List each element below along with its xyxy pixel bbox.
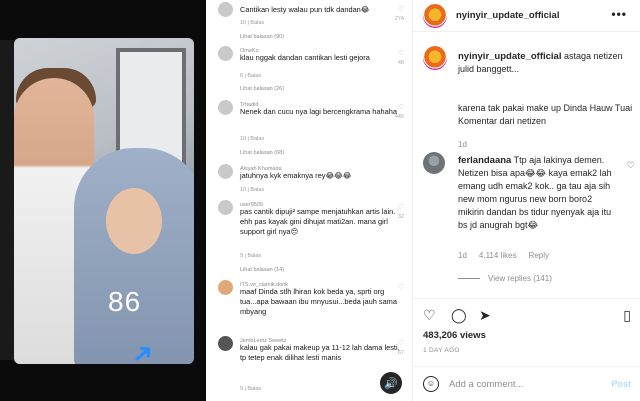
- heart-count: 48: [397, 60, 404, 66]
- avatar: [218, 280, 233, 295]
- screenshot-comment: user9509 pas cantik dipuji² sampe menjat…: [218, 200, 404, 266]
- comment-username[interactable]: ferlandaana: [458, 155, 511, 166]
- screenshot-comment: OmeKo klau nggak dandan cantikan lesti g…: [218, 46, 404, 80]
- avatar: [218, 2, 233, 17]
- comment-meta: 1d 4,114 likes Reply: [458, 251, 549, 260]
- post-time: 1 DAY AGO: [423, 347, 460, 354]
- comment-icon[interactable]: ◯: [451, 307, 467, 324]
- comment-text: pas cantik dipuji² sampe menjatuhkan art…: [240, 207, 396, 236]
- heart-count: 445: [394, 114, 404, 120]
- avatar: [218, 336, 233, 351]
- heart-icon: ♡: [397, 284, 404, 291]
- comments-scroll[interactable]: nyinyir_update_official astaga netizen j…: [413, 32, 640, 298]
- caption-age: 1d: [458, 140, 467, 149]
- heart-count: 274: [394, 16, 404, 22]
- video-counter: 86: [108, 286, 142, 317]
- heart-icon[interactable]: ♡: [423, 307, 436, 324]
- comment-meta: 10 j Balas: [240, 187, 265, 193]
- video-edge: [0, 40, 14, 360]
- comment-text: Nenek dan cucu nya lagi bercengkrama hah…: [240, 107, 397, 116]
- comment-meta: 9 j Balas: [240, 253, 262, 259]
- emoji-icon[interactable]: ☺: [423, 376, 439, 392]
- comment-body: Ttp aja lakinya demen. Netizen bisa apa😂…: [458, 155, 612, 230]
- screenshot-comment: JembLemz Sweetz kalau gak pakai makeup y…: [218, 336, 404, 396]
- avatar[interactable]: [423, 4, 447, 28]
- post-button[interactable]: Post: [611, 379, 631, 389]
- caption-username[interactable]: nyinyir_update_official: [458, 51, 561, 62]
- add-comment-bar: ☺ Post: [413, 366, 640, 401]
- comment-text: ferlandaana Ttp aja lakinya demen. Netiz…: [458, 154, 616, 232]
- post-header: nyinyir_update_official •••: [413, 0, 640, 32]
- comment-meta: 10 j Balas: [240, 20, 265, 26]
- see-replies: Lihat balasan (26): [240, 86, 285, 92]
- person-woman-face: [106, 188, 162, 254]
- heart-count: 32: [397, 214, 404, 220]
- comment-likes[interactable]: 4,114 likes: [479, 251, 517, 260]
- comment-meta: 6 j Balas: [240, 73, 262, 79]
- reply-button[interactable]: Reply: [529, 251, 549, 260]
- avatar: [218, 200, 233, 215]
- heart-count: 67: [397, 350, 404, 356]
- caption-text: nyinyir_update_official astaga netizen j…: [458, 50, 636, 76]
- screenshot-comment: Aisyah Khumaira jatuhnya kyk emaknya rey…: [218, 164, 404, 194]
- video-frame[interactable]: 86 ➜: [0, 0, 206, 401]
- post-panel: nyinyir_update_official ••• nyinyir_upda…: [412, 0, 640, 401]
- avatar[interactable]: [423, 152, 445, 174]
- screenshot-comment: Trhadid Nenek dan cucu nya lagi bercengk…: [218, 100, 404, 144]
- comments-screenshot: Cantikan lesty walau pun tdk dandan😂 10 …: [206, 0, 412, 401]
- share-icon[interactable]: ➤: [479, 307, 491, 324]
- avatar: [218, 164, 233, 179]
- comment-meta: 9 j Balas: [240, 386, 262, 392]
- bookmark-icon[interactable]: ▯: [623, 307, 631, 324]
- avatar: [218, 46, 233, 61]
- screenshot-comment: Cantikan lesty walau pun tdk dandan😂 10 …: [218, 2, 404, 32]
- comment-text: klau nggak dandan cantikan lesti gejora: [240, 53, 370, 62]
- action-bar: ♡ ◯ ➤ ▯: [413, 298, 640, 326]
- speaker-icon[interactable]: 🔊: [380, 372, 402, 394]
- video-scene: [14, 38, 194, 364]
- see-replies: Lihat balasan (90): [240, 34, 285, 40]
- comment-text: jatuhnya kyk emaknya rey😂😂😂: [240, 171, 352, 180]
- avatar[interactable]: [423, 46, 447, 70]
- caption-paragraph: karena tak pakai make up Dinda Hauw Tuai…: [458, 103, 633, 126]
- header-username[interactable]: nyinyir_update_official: [456, 10, 559, 21]
- avatar: [218, 100, 233, 115]
- replies-line: [458, 278, 480, 279]
- post-media[interactable]: 86 ➜ Cantikan lesty walau pun tdk dandan…: [0, 0, 412, 401]
- comment-text: maaf Dinda stlh lhiran kok beda ya, sprt…: [240, 287, 397, 316]
- see-replies: Lihat balasan (14): [240, 267, 285, 273]
- comment-age: 1d: [458, 251, 467, 260]
- heart-icon[interactable]: ♡: [627, 160, 635, 171]
- see-replies: Lihat balasan (68): [240, 150, 285, 156]
- view-replies-button[interactable]: View replies (141): [458, 274, 552, 283]
- more-options-icon[interactable]: •••: [611, 7, 627, 21]
- screenshot-comment: ITS.ve_ciamik.donk maaf Dinda stlh lhira…: [218, 280, 404, 324]
- comment-meta: 10 j Balas: [240, 136, 265, 142]
- comment-text: Cantikan lesty walau pun tdk dandan😂: [240, 5, 370, 14]
- comment-input[interactable]: [449, 375, 599, 393]
- person-woman-hijab: [74, 148, 194, 364]
- comment-text: kalau gak pakai makeup ya 11-12 lah dama…: [240, 343, 400, 362]
- views-count[interactable]: 483,206 views: [423, 330, 486, 341]
- view-replies-label: View replies (141): [488, 274, 552, 283]
